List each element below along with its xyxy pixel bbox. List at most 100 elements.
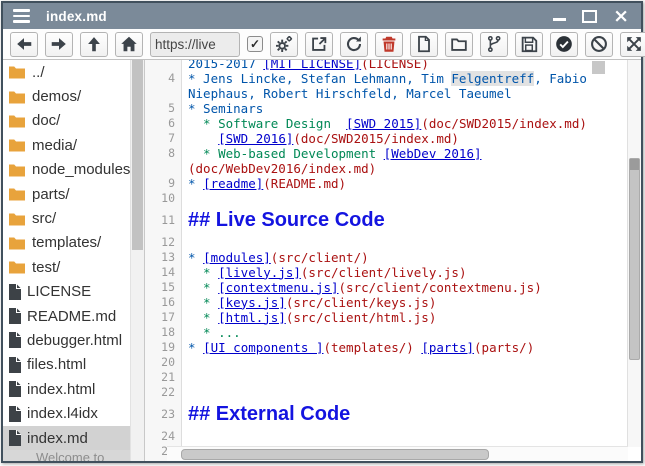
sidebar-scrollbar[interactable] bbox=[130, 60, 144, 461]
titlebar[interactable]: index.md × bbox=[3, 3, 641, 29]
folder-icon bbox=[8, 90, 26, 104]
maximize-button[interactable] bbox=[582, 10, 597, 23]
code-line-13[interactable]: 13* [modules](src/client/) bbox=[145, 250, 641, 265]
code-line-19[interactable]: 19* [UI components ](templates/) [parts]… bbox=[145, 340, 641, 355]
sidebar-item-LICENSE[interactable]: LICENSE bbox=[3, 280, 131, 304]
new-folder-button[interactable] bbox=[445, 32, 473, 57]
trash-icon bbox=[379, 34, 399, 54]
sidebar-item-README.md[interactable]: README.md bbox=[3, 304, 131, 328]
sidebar-item-parts[interactable]: parts/ bbox=[3, 182, 131, 206]
sidebar-item-src[interactable]: src/ bbox=[3, 206, 131, 230]
fullscreen-button[interactable] bbox=[620, 32, 645, 57]
code-line-4[interactable]: 4* Jens Lincke, Stefan Lehmann, Tim Felg… bbox=[145, 71, 641, 86]
folder-name: ../ bbox=[32, 64, 45, 81]
line-number: 15 bbox=[145, 280, 182, 295]
code-token: * bbox=[188, 176, 203, 191]
code-token: * bbox=[188, 310, 218, 325]
versions-button[interactable] bbox=[480, 32, 508, 57]
line-number: 23 bbox=[145, 400, 182, 429]
code-line-24[interactable]: 24 bbox=[145, 429, 641, 444]
sidebar-item-templates[interactable]: templates/ bbox=[3, 231, 131, 255]
code-line-14[interactable]: 14 * [lively.js](src/client/lively.js) bbox=[145, 265, 641, 280]
code-line-18[interactable]: 18 * ... bbox=[145, 325, 641, 340]
editor[interactable]: 2015-2017 [MIT LICENSE](LICENSE)4* Jens … bbox=[145, 60, 641, 461]
sidebar-scrollbar-thumb[interactable] bbox=[132, 60, 143, 250]
sidebar-item-index.md[interactable]: index.md bbox=[3, 426, 131, 450]
sidebar-item-node_modules[interactable]: node_modules/ bbox=[3, 158, 131, 182]
code-token: (README.md) bbox=[263, 176, 346, 191]
up-button[interactable] bbox=[80, 32, 108, 57]
code-token: [WebDev 2016] bbox=[384, 146, 482, 161]
reload-button[interactable] bbox=[340, 32, 368, 57]
folder-name: doc/ bbox=[32, 112, 60, 129]
editor-vertical-scrollbar-thumb[interactable] bbox=[629, 158, 640, 360]
code-line-8[interactable]: 8 * Web-based Development [WebDev 2016] bbox=[145, 146, 641, 161]
open-external-button[interactable] bbox=[305, 32, 333, 57]
minimize-button[interactable] bbox=[553, 18, 566, 21]
url-checkbox[interactable]: ✓ bbox=[247, 36, 263, 52]
editor-horizontal-scrollbar-thumb[interactable] bbox=[181, 449, 489, 460]
code-line-20[interactable]: 20 bbox=[145, 355, 641, 370]
save-button[interactable] bbox=[515, 32, 543, 57]
line-number: 24 bbox=[145, 429, 182, 444]
code-line-wrap[interactable]: (doc/WebDev2016/index.md) bbox=[145, 161, 641, 176]
code-line-15[interactable]: 15 * [contextmenu.js](src/client/context… bbox=[145, 280, 641, 295]
code-line-6[interactable]: 6 * Software Design [SWD 2015](doc/SWD20… bbox=[145, 116, 641, 131]
code-token: * bbox=[188, 265, 218, 280]
editor-vertical-scrollbar[interactable] bbox=[627, 60, 641, 447]
code-line-wrap[interactable]: Niephaus, Robert Hirschfeld, Marcel Taeu… bbox=[145, 86, 641, 101]
code-token: [contextmenu.js] bbox=[218, 280, 338, 295]
code-text bbox=[182, 385, 188, 400]
code-text: * ... bbox=[182, 325, 241, 340]
code-line-23[interactable]: 23## External Code bbox=[145, 400, 641, 429]
code-line-17[interactable]: 17 * [html.js](src/client/html.js) bbox=[145, 310, 641, 325]
line-number: 9 bbox=[145, 176, 182, 191]
line-number: 16 bbox=[145, 295, 182, 310]
code-token: * bbox=[188, 250, 203, 265]
code-line-9[interactable]: 9 * [readme](README.md) bbox=[145, 176, 641, 191]
check-circle-icon bbox=[554, 34, 574, 54]
folder-icon bbox=[8, 138, 26, 152]
delete-button[interactable] bbox=[375, 32, 403, 57]
code-text: [SWD 2016](doc/SWD2015/index.md) bbox=[182, 131, 459, 146]
sidebar-item-debugger.html[interactable]: debugger.html bbox=[3, 328, 131, 352]
code-line-16[interactable]: 16 * [keys.js](src/client/keys.js) bbox=[145, 295, 641, 310]
code-text: Niephaus, Robert Hirschfeld, Marcel Taeu… bbox=[182, 86, 512, 101]
code-line-10[interactable]: 10 bbox=[145, 191, 641, 206]
code-token: [readme] bbox=[203, 176, 263, 191]
sidebar-item-..[interactable]: ../ bbox=[3, 60, 131, 84]
folder-name: src/ bbox=[32, 210, 56, 227]
url-input[interactable] bbox=[150, 32, 240, 57]
menu-icon[interactable] bbox=[13, 9, 30, 23]
sidebar-item-media[interactable]: media/ bbox=[3, 133, 131, 157]
expand-arrows-icon bbox=[624, 34, 644, 54]
code-line-22[interactable]: 22 bbox=[145, 385, 641, 400]
code-line-12[interactable]: 12 bbox=[145, 235, 641, 250]
code-text: * [UI components ](templates/) [parts](p… bbox=[182, 340, 534, 355]
sidebar-item-files.html[interactable]: files.html bbox=[3, 353, 131, 377]
sidebar-item-doc[interactable]: doc/ bbox=[3, 109, 131, 133]
editor-horizontal-scrollbar[interactable] bbox=[167, 446, 628, 461]
sidebar-item-index.html[interactable]: index.html bbox=[3, 377, 131, 401]
code-text bbox=[182, 355, 188, 370]
code-token: , Fabio bbox=[534, 71, 587, 86]
sidebar-item-index.l4idx[interactable]: index.l4idx bbox=[3, 401, 131, 425]
code-line-11[interactable]: 11## Live Source Code bbox=[145, 206, 641, 235]
forward-button[interactable] bbox=[45, 32, 73, 57]
settings-button[interactable] bbox=[270, 32, 298, 57]
sidebar-item-demos[interactable]: demos/ bbox=[3, 84, 131, 108]
close-button[interactable]: × bbox=[613, 8, 629, 24]
code-line-7[interactable]: 7 [SWD 2016](doc/SWD2015/index.md) bbox=[145, 131, 641, 146]
sidebar-item-test[interactable]: test/ bbox=[3, 255, 131, 279]
code-token: (src/client/lively.js) bbox=[301, 265, 467, 280]
home-button[interactable] bbox=[115, 32, 143, 57]
accept-button[interactable] bbox=[550, 32, 578, 57]
file-name: LICENSE bbox=[27, 283, 91, 300]
code-token: [MIT LICENSE] bbox=[263, 60, 361, 71]
code-line-21[interactable]: 21 bbox=[145, 370, 641, 385]
back-button[interactable] bbox=[10, 32, 38, 57]
code-line-5[interactable]: 5* Seminars bbox=[145, 101, 641, 116]
code-line-wrap[interactable]: 2015-2017 [MIT LICENSE](LICENSE) bbox=[145, 60, 641, 71]
cancel-button[interactable] bbox=[585, 32, 613, 57]
new-file-button[interactable] bbox=[410, 32, 438, 57]
